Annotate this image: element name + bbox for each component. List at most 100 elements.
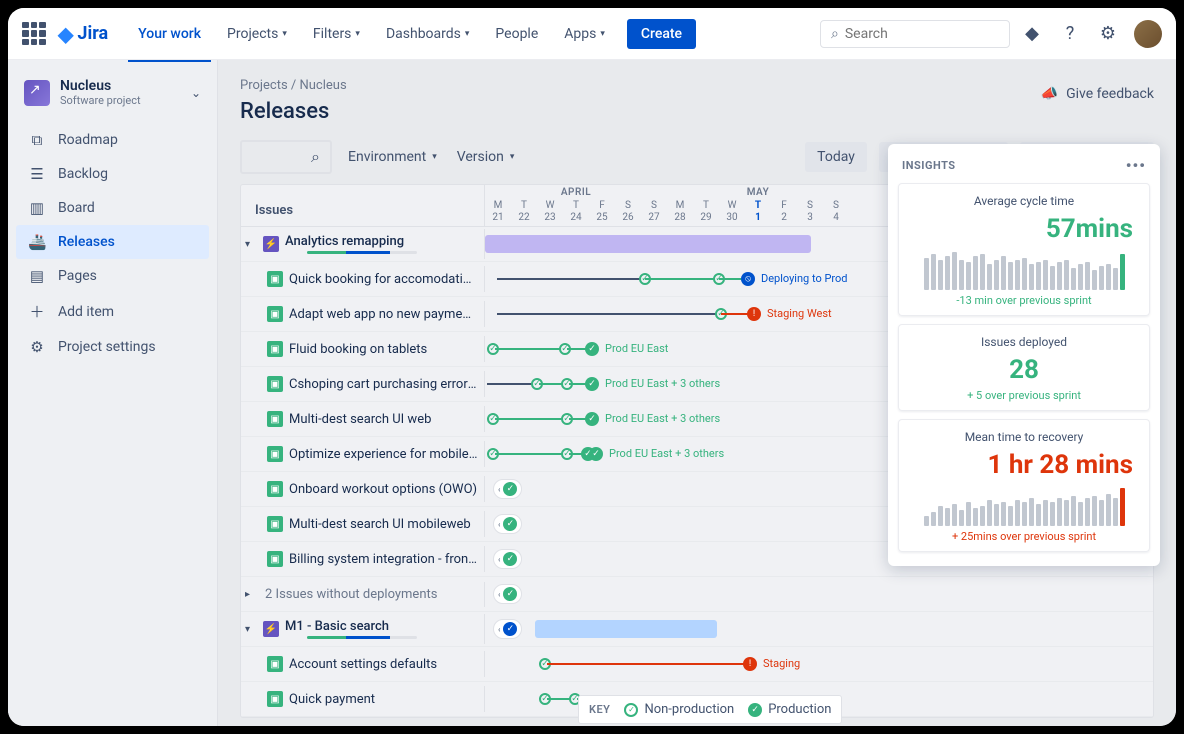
deployment-chip[interactable]: ‹✓	[493, 514, 522, 534]
chevron-down-icon: ▾	[432, 152, 437, 162]
settings-icon[interactable]: ⚙	[1092, 18, 1124, 50]
breadcrumb[interactable]: Projects / Nucleus	[240, 78, 1154, 93]
chevron-down-icon: ▾	[600, 29, 605, 39]
story-icon: ▣	[267, 691, 283, 707]
insights-panel: INSIGHTS ••• Average cycle time57mins-13…	[888, 144, 1160, 566]
day-cell: S27	[641, 198, 667, 226]
story-icon: ▣	[267, 306, 283, 322]
issue-cell[interactable]: ▣Cshoping cart purchasing error - quick	[241, 371, 485, 397]
app-switcher-icon[interactable]	[22, 22, 46, 46]
issue-cell[interactable]: ▾⚡M1 - Basic search	[241, 614, 485, 644]
timeline-row: ▸2 Issues without deployments ‹✓	[241, 577, 1153, 612]
issue-cell[interactable]: ▣Fluid booking on tablets	[241, 336, 485, 362]
sidebar-item-board[interactable]: ▥Board	[16, 191, 209, 225]
deployment-chip[interactable]: ‹✓	[493, 584, 522, 604]
epic-icon: ⚡	[263, 236, 279, 252]
issue-cell[interactable]: ▣Billing system integration - frontend	[241, 546, 485, 572]
expand-icon[interactable]: ▸	[245, 589, 257, 600]
chevron-down-icon: ▾	[355, 29, 360, 39]
issue-cell[interactable]: ▣Account settings defaults	[241, 651, 485, 677]
nav-your-work[interactable]: Your work	[128, 20, 211, 48]
sidebar-item-releases[interactable]: 🚢Releases	[16, 225, 209, 259]
issue-cell[interactable]: ▣Onboard workout options (OWO)	[241, 476, 485, 502]
insight-card[interactable]: Average cycle time57mins-13 min over pre…	[898, 183, 1150, 316]
search-input[interactable]	[845, 26, 999, 42]
page-title: Releases	[240, 99, 1154, 124]
board-icon: ▥	[28, 199, 46, 217]
key-label: KEY	[589, 703, 610, 716]
card-title: Mean time to recovery	[911, 430, 1137, 444]
card-metric: 57mins	[911, 214, 1137, 244]
story-icon: ▣	[267, 271, 283, 287]
chevron-down-icon: ⌄	[191, 86, 201, 100]
nav-filters[interactable]: Filters▾	[303, 20, 370, 48]
issue-cell[interactable]: ▾⚡Analytics remapping	[241, 229, 485, 259]
chevron-down-icon: ▾	[510, 152, 515, 162]
add-icon: ＋	[28, 301, 46, 322]
deployment-chip[interactable]: ‹✓	[493, 549, 522, 569]
sidebar: Nucleus Software project ⌄ ⧉Roadmap ☰Bac…	[8, 60, 218, 726]
sidebar-item-add[interactable]: ＋Add item	[16, 293, 209, 330]
deployment-chip[interactable]: ‹✓	[493, 479, 522, 499]
day-cell: T24	[563, 198, 589, 226]
collapse-icon[interactable]: ▾	[245, 624, 257, 635]
brand-label: Jira	[77, 23, 108, 44]
issue-cell[interactable]: ▣Optimize experience for mobile web	[241, 441, 485, 467]
insight-card[interactable]: Mean time to recovery1 hr 28 mins+ 25min…	[898, 419, 1150, 552]
project-icon	[24, 80, 50, 106]
project-type: Software project	[60, 94, 141, 107]
nav-dashboards[interactable]: Dashboards▾	[376, 20, 479, 48]
timeline-row: ▣Account settings defaults✓!Staging	[241, 647, 1153, 682]
day-cell: M28	[667, 198, 693, 226]
story-icon: ▣	[267, 551, 283, 567]
issue-cell[interactable]: ▣Quick payment	[241, 686, 485, 712]
sparkline	[911, 486, 1137, 526]
notifications-icon[interactable]: ◆	[1016, 18, 1048, 50]
card-subtext: + 25mins over previous sprint	[911, 530, 1137, 543]
megaphone-icon: 📣	[1041, 86, 1058, 102]
global-search[interactable]: ⌕	[820, 20, 1010, 48]
avatar[interactable]	[1134, 20, 1162, 48]
sidebar-item-roadmap[interactable]: ⧉Roadmap	[16, 123, 209, 157]
deployment-chip[interactable]: ‹✓	[493, 619, 522, 639]
story-icon: ▣	[267, 481, 283, 497]
insights-title: INSIGHTS	[902, 159, 956, 172]
help-icon[interactable]: ?	[1054, 18, 1086, 50]
nav-apps[interactable]: Apps▾	[554, 20, 615, 48]
card-title: Issues deployed	[911, 335, 1137, 349]
roadmap-icon: ⧉	[28, 131, 46, 149]
today-button[interactable]: Today	[805, 142, 867, 172]
give-feedback-button[interactable]: 📣 Give feedback	[1041, 86, 1154, 102]
version-filter[interactable]: Version▾	[453, 143, 519, 171]
key-legend: KEY ✓Non-production ✓Production	[578, 695, 842, 724]
filter-search-input[interactable]: ⌕	[240, 140, 332, 174]
month-label: APRIL	[485, 187, 667, 198]
jira-logo[interactable]: ◆ Jira	[58, 22, 108, 46]
collapse-icon[interactable]: ▾	[245, 239, 257, 250]
nav-projects[interactable]: Projects▾	[217, 20, 297, 48]
insight-card[interactable]: Issues deployed28+ 5 over previous sprin…	[898, 324, 1150, 411]
issue-cell[interactable]: ▣Multi-dest search UI web	[241, 406, 485, 432]
gear-icon: ⚙	[28, 338, 46, 356]
issues-column-header: Issues	[241, 185, 485, 226]
sidebar-item-pages[interactable]: ▤Pages	[16, 259, 209, 293]
issue-cell[interactable]: ▣Multi-dest search UI mobileweb	[241, 511, 485, 537]
issue-cell[interactable]: ▸2 Issues without deployments	[241, 582, 485, 607]
app-window: ◆ Jira Your work Projects▾ Filters▾ Dash…	[8, 8, 1176, 726]
create-button[interactable]: Create	[627, 19, 696, 49]
issue-cell[interactable]: ▣Quick booking for accomodations	[241, 266, 485, 292]
card-subtext: + 5 over previous sprint	[911, 389, 1137, 402]
sidebar-item-settings[interactable]: ⚙Project settings	[16, 330, 209, 364]
production-icon: ✓	[748, 703, 762, 717]
day-cell: T1	[745, 198, 771, 226]
gantt-cell: ✓!Staging	[485, 647, 1153, 681]
day-cell: T29	[693, 198, 719, 226]
project-header[interactable]: Nucleus Software project ⌄	[16, 74, 209, 123]
day-cell: T22	[511, 198, 537, 226]
environment-filter[interactable]: Environment▾	[344, 143, 441, 171]
nav-people[interactable]: People	[485, 20, 548, 48]
more-icon[interactable]: •••	[1126, 156, 1146, 175]
issue-cell[interactable]: ▣Adapt web app no new payments provi	[241, 301, 485, 327]
day-cell: F2	[771, 198, 797, 226]
sidebar-item-backlog[interactable]: ☰Backlog	[16, 157, 209, 191]
